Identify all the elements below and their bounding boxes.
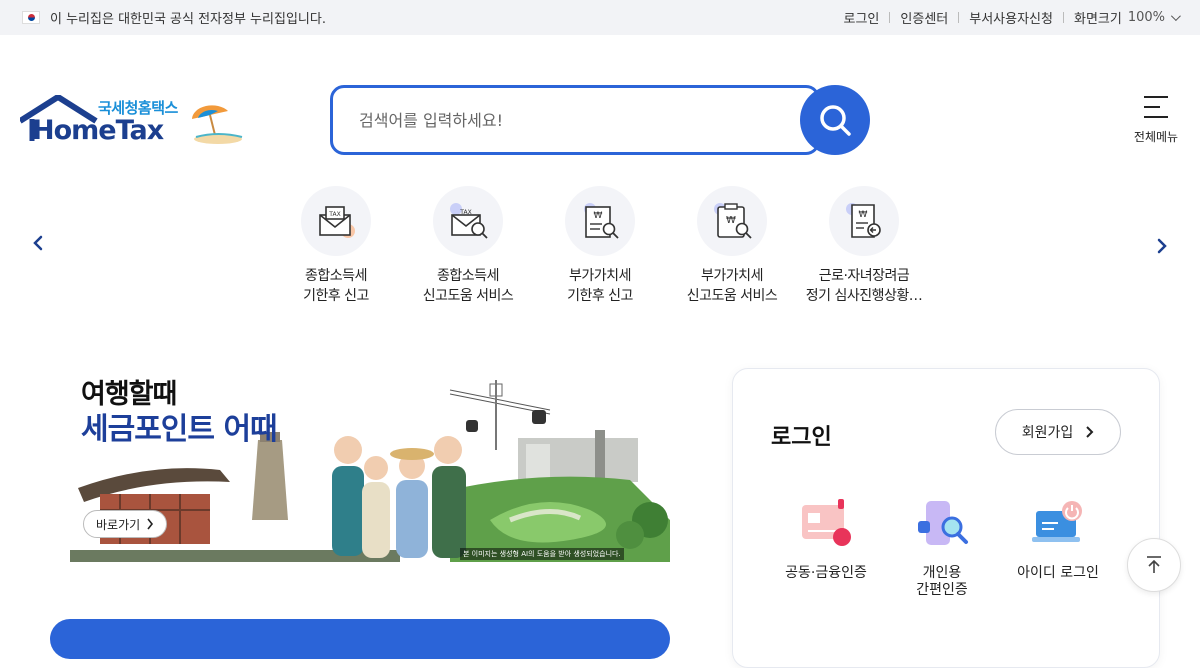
phone-search-icon	[918, 501, 968, 545]
arrow-up-icon	[1147, 556, 1161, 573]
divider	[889, 12, 891, 23]
svg-text:₩: ₩	[726, 215, 736, 226]
quick-menu-item[interactable]: ₩ 근로·자녀장려금 정기 심사진행상황…	[794, 186, 934, 306]
divider	[958, 12, 960, 23]
chevron-right-icon	[1086, 426, 1094, 438]
login-panel: 로그인 회원가입 공동·금융인증 개인용 간편인증 아이디 로그인	[732, 368, 1160, 668]
chevron-down-icon	[1170, 11, 1181, 22]
all-menu-label: 전체메뉴	[1133, 130, 1179, 144]
chevron-right-icon	[1157, 238, 1167, 254]
zoom-value: 100%	[1127, 10, 1165, 25]
quick-menu-label: 부가가치세 신고도움 서비스	[686, 268, 778, 304]
gov-notice-bar: 이 누리집은 대한민국 공식 전자정부 누리집입니다. 로그인 인증센터 부서사…	[0, 0, 1200, 35]
beach-parasol-icon	[192, 105, 243, 144]
hamburger-icon	[1144, 96, 1168, 118]
quick-menu-label: 종합소득세 기한후 신고	[303, 268, 369, 304]
signup-label: 회원가입	[1021, 425, 1074, 441]
certificate-card-icon	[802, 499, 851, 546]
search-box	[330, 85, 820, 155]
quick-menu-item[interactable]: TAX 종합소득세 신고도움 서비스	[398, 186, 538, 306]
login-option-certificate[interactable]: 공동·금융인증	[771, 499, 881, 582]
hometax-logo[interactable]: 국세청홈택스 HomeTax	[20, 95, 250, 155]
back-to-top-button[interactable]	[1127, 538, 1181, 592]
top-links: 로그인 인증센터 부서사용자신청 화면크기 100%	[844, 8, 1181, 27]
svg-text:₩: ₩	[859, 210, 868, 220]
login-option-simple-auth[interactable]: 개인용 간편인증	[887, 499, 997, 599]
benefit-receipt-icon: ₩	[829, 186, 899, 256]
gov-notice: 이 누리집은 대한민국 공식 전자정부 누리집입니다.	[22, 8, 326, 27]
promo-banner[interactable]: 여행할때 세금포인트 어때 바로가기 본 이미지는 생성형 AI의 도움을 받아…	[70, 370, 670, 562]
banner-title-line2: 세금포인트 어때	[81, 412, 278, 447]
chevron-left-icon	[33, 235, 43, 251]
top-link-cert-center[interactable]: 인증센터	[900, 8, 948, 27]
tax-envelope-icon: TAX	[301, 186, 371, 256]
svg-text:TAX: TAX	[328, 211, 340, 218]
quick-menu-label: 근로·자녀장려금 정기 심사진행상황…	[805, 268, 923, 304]
logo-wordmark: HomeTax	[32, 115, 164, 146]
login-title: 로그인	[771, 425, 832, 450]
login-option-label: 개인용 간편인증	[916, 565, 968, 598]
signup-button[interactable]: 회원가입	[995, 409, 1121, 455]
quick-menu-label: 부가가치세 기한후 신고	[567, 268, 633, 304]
login-option-id[interactable]: 아이디 로그인	[1003, 499, 1113, 582]
vat-clipboard-icon: ₩	[697, 186, 767, 256]
banner-go-label: 바로가기	[96, 517, 141, 532]
vat-document-icon: ₩	[565, 186, 635, 256]
ai-image-caption: 본 이미지는 생성형 AI의 도움을 받아 생성되었습니다.	[460, 548, 624, 560]
chevron-right-icon	[147, 518, 154, 530]
login-option-label: 공동·금융인증	[785, 565, 867, 581]
svg-text:₩: ₩	[594, 211, 603, 221]
quick-menu-item[interactable]: TAX 종합소득세 기한후 신고	[266, 186, 406, 306]
search-button[interactable]	[800, 85, 870, 155]
search-icon	[820, 105, 851, 136]
svg-text:TAX: TAX	[459, 209, 471, 216]
gov-notice-text: 이 누리집은 대한민국 공식 전자정부 누리집입니다.	[50, 12, 326, 27]
top-link-dept-user[interactable]: 부서사용자신청	[969, 8, 1053, 27]
zoom-control[interactable]: 화면크기 100%	[1073, 8, 1181, 27]
all-menu-button[interactable]: 전체메뉴	[1128, 96, 1184, 148]
quick-menu-label: 종합소득세 신고도움 서비스	[422, 268, 514, 304]
blue-section-bar[interactable]	[50, 619, 670, 659]
zoom-label: 화면크기	[1073, 12, 1122, 27]
laptop-power-icon	[1032, 501, 1082, 542]
carousel-prev-button[interactable]	[20, 225, 56, 261]
search-input[interactable]	[359, 110, 759, 130]
login-option-label: 아이디 로그인	[1017, 565, 1099, 581]
top-link-login[interactable]: 로그인	[844, 8, 880, 27]
carousel-next-button[interactable]	[1144, 228, 1180, 264]
quick-menu-item[interactable]: ₩ 부가가치세 신고도움 서비스	[662, 186, 802, 306]
divider	[1062, 12, 1064, 23]
banner-go-button[interactable]: 바로가기	[83, 510, 168, 538]
korea-flag-icon	[22, 11, 40, 24]
quick-menu-item[interactable]: ₩ 부가가치세 기한후 신고	[530, 186, 670, 306]
tax-search-icon: TAX	[433, 186, 503, 256]
